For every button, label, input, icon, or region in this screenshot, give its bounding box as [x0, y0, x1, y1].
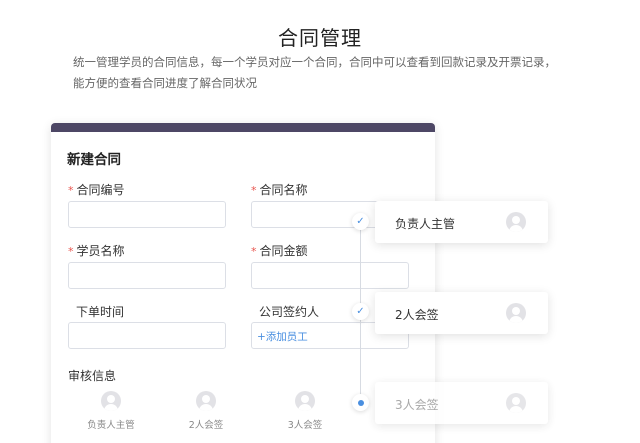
signer-label: 公司签约人: [259, 305, 320, 319]
reviewer-label: 2人会签: [188, 420, 224, 431]
user-avatar-icon: [506, 393, 526, 413]
user-avatar-icon: [506, 303, 526, 323]
required-mark: *: [251, 184, 257, 197]
add-employee-link[interactable]: +添加员工: [257, 329, 308, 344]
order-time-input[interactable]: [68, 322, 226, 349]
student-name-label: * 学员名称: [68, 244, 125, 258]
page-title: 合同管理: [278, 26, 362, 50]
contract-number-input[interactable]: [68, 201, 226, 228]
user-avatar-icon: [101, 391, 121, 411]
user-avatar-icon: [196, 391, 216, 411]
user-avatar-icon: [506, 212, 526, 232]
required-mark: *: [68, 184, 74, 197]
page-description: 统一管理学员的合同信息，每一个学员对应一个合同，合同中可以查看到回款记录及开票记…: [73, 55, 556, 90]
reviewer-item[interactable]: 2人会签: [171, 391, 241, 431]
check-icon: ✓: [352, 303, 369, 320]
student-name-input[interactable]: [68, 262, 226, 289]
flow-step-label: 2人会签: [395, 308, 439, 322]
form-title: 新建合同: [67, 152, 121, 168]
reviewer-item[interactable]: 负责人主管: [76, 391, 146, 431]
flow-step-card[interactable]: 负责人主管: [375, 201, 548, 243]
flow-step-card[interactable]: 2人会签: [375, 292, 548, 334]
flow-step-label: 3人会签: [395, 398, 439, 412]
flow-step-card[interactable]: 3人会签: [375, 382, 548, 424]
required-mark: *: [68, 245, 74, 258]
current-step-dot-icon: [352, 394, 369, 411]
reviewer-item[interactable]: 3人会签: [270, 391, 340, 431]
contract-amount-input[interactable]: [251, 262, 409, 289]
contract-amount-label: * 合同金额: [251, 244, 308, 258]
card-header-bar: [51, 123, 435, 132]
check-icon: ✓: [352, 213, 369, 230]
reviewer-label: 3人会签: [287, 420, 323, 431]
order-time-label: 下单时间: [76, 305, 125, 319]
contract-number-label: * 合同编号: [68, 183, 125, 197]
flow-step-label: 负责人主管: [395, 217, 456, 231]
reviewer-label: 负责人主管: [87, 420, 135, 431]
user-avatar-icon: [295, 391, 315, 411]
required-mark: *: [251, 245, 257, 258]
review-info-title: 审核信息: [68, 369, 117, 383]
contract-name-label: * 合同名称: [251, 183, 308, 197]
